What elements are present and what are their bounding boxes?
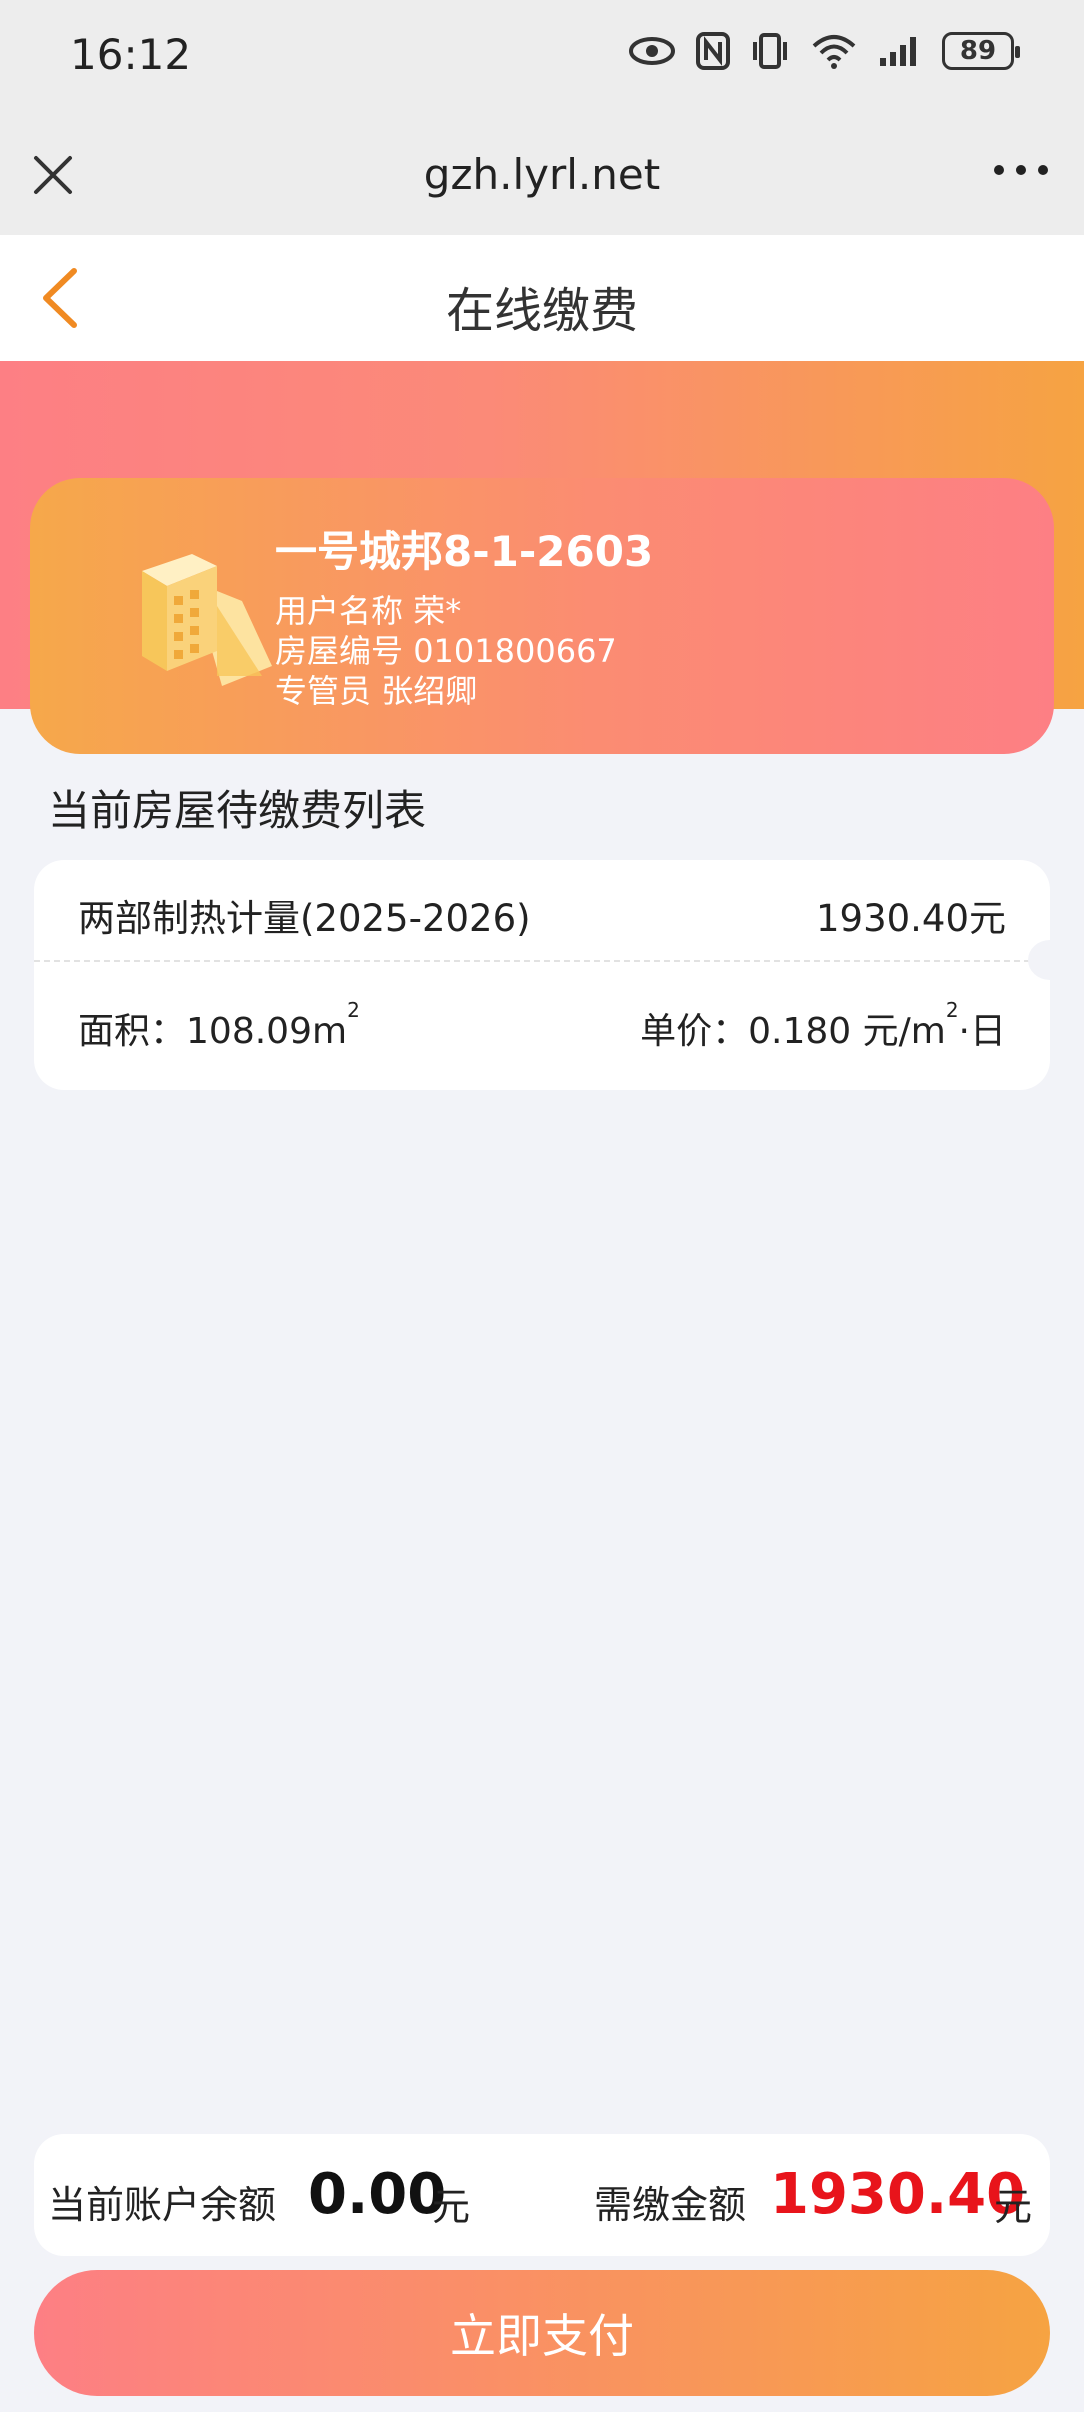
signal-icon [880,37,916,66]
house-name: 一号城邦8-1-2603 [275,527,654,576]
pay-now-button[interactable]: 立即支付 [34,2270,1050,2396]
area-unit-superscript: 2 [347,998,360,1022]
house-info-card: 一号城邦8-1-2603 用户名称 荣* 房屋编号 0101800667 专管员… [30,478,1054,754]
user-name-label: 用户名称 [275,592,404,630]
manager-value: 张绍卿 [381,672,478,710]
status-time: 16:12 [70,30,192,79]
price-unit-superscript: 2 [945,998,959,1022]
fee-item-card[interactable]: 两部制热计量(2025-2026) 1930.40元 面积：108.09m2 单… [34,860,1050,1090]
payment-summary: 当前账户余额 0.00 元 需缴金额 1930.40 元 [34,2134,1050,2256]
status-icons: 89 [628,32,1020,70]
page-title: 在线缴费 [445,283,638,339]
wifi-icon [812,35,856,69]
building-icon [142,554,272,686]
more-icon[interactable] [994,165,1048,175]
due-label: 需缴金额 [594,2183,747,2227]
fee-unit-price: 单价：0.180 元/m2·日 [640,998,1006,1054]
price-suffix: ·日 [958,1011,1006,1052]
balance-unit: 元 [432,2185,471,2229]
balance-value: 0.00 [308,2162,447,2227]
house-number-value: 0101800667 [413,632,617,670]
price-label: 单价： [640,1011,749,1052]
area-value: 108.09m [186,1011,348,1052]
nfc-icon [696,32,730,70]
fee-item-name: 两部制热计量(2025-2026) [78,897,531,940]
fee-area: 面积：108.09m2 [78,998,360,1054]
due-amount: 1930.40 [770,2162,1026,2227]
house-number-label: 房屋编号 [275,632,404,670]
battery-icon: 89 [942,32,1020,70]
dashed-divider [34,960,1050,962]
balance-label: 当前账户余额 [48,2183,277,2227]
app-header: 在线缴费 [0,235,1084,361]
area-label: 面积： [78,1011,187,1052]
ticket-notch [1028,940,1050,980]
manager-label: 专管员 [275,672,372,710]
manager-row: 专管员 张绍卿 [275,666,477,712]
section-title: 当前房屋待缴费列表 [48,786,427,835]
user-name-value: 荣* [413,592,462,630]
price-value: 0.180 元/m [748,1011,946,1052]
fee-item-amount: 1930.40元 [815,897,1006,940]
browser-url: gzh.lyrl.net [423,150,661,199]
due-unit: 元 [994,2185,1033,2229]
vibrate-icon [753,33,787,69]
browser-bar: gzh.lyrl.net [0,115,1084,235]
eye-icon [629,37,675,65]
status-bar: 16:12 89 [0,0,1084,115]
battery-level: 89 [959,36,997,66]
